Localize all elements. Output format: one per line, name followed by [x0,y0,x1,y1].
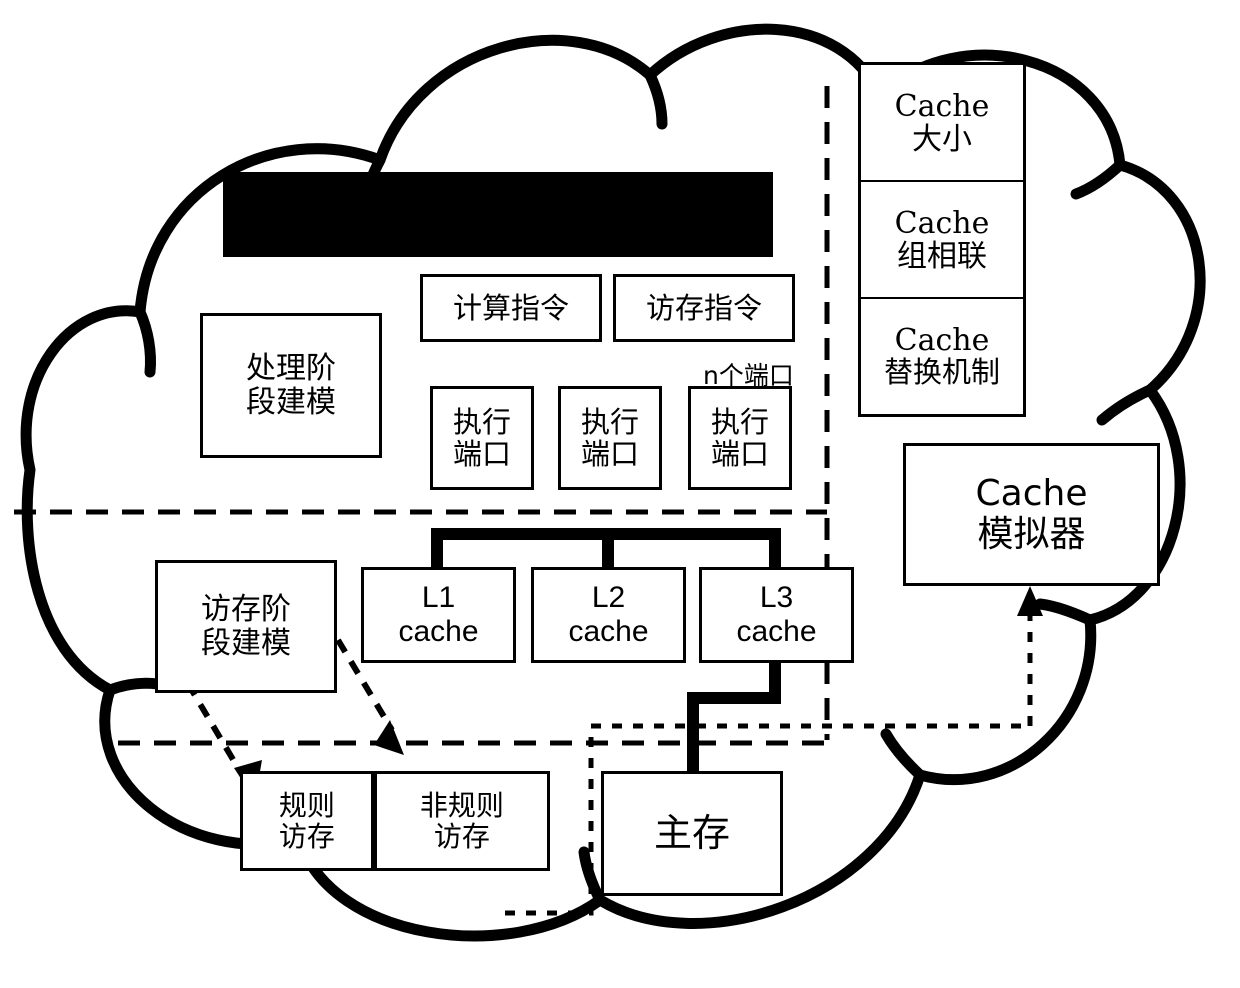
exec-port-2-line2: 端口 [580,437,639,471]
exec-port-1-line2: 端口 [452,437,511,471]
exec-port-3-line2: 端口 [710,437,769,471]
cache-bus-top [431,528,781,568]
cache-param-replacement[interactable]: Cache 替换机制 [861,299,1023,414]
l3-cache-line1: L3 [759,581,794,615]
box-cache-simulator[interactable]: Cache 模拟器 [903,443,1160,586]
regular-access-line1: 规则 [278,788,335,822]
box-processing-stage-modeling[interactable]: 处理阶 段建模 [200,313,382,458]
irregular-access-line1: 非规则 [419,788,504,822]
cache-param-replace-line1: Cache [894,323,990,359]
cache-bus-l3-to-memory [687,663,781,771]
l2-cache-line2: cache [568,615,649,648]
memory-stage-line2: 段建模 [201,625,291,661]
l3-cache-line2: cache [736,615,817,648]
l2-cache-line1: L2 [591,581,626,615]
cache-param-replace-line2: 替换机制 [883,355,1000,390]
box-access-classification: 规则 访存 非规则 访存 [240,771,550,871]
box-exec-port-3[interactable]: 执行 端口 [688,386,792,490]
box-irregular-access[interactable]: 非规则 访存 [373,774,547,868]
arrowhead-irregular-access [374,720,404,755]
processing-stage-line1: 处理阶 [246,350,336,386]
box-memory-stage-modeling[interactable]: 访存阶 段建模 [155,560,337,693]
cache-param-assoc-line2: 组相联 [897,238,987,274]
box-exec-port-2[interactable]: 执行 端口 [558,386,662,490]
box-compute-instruction[interactable]: 计算指令 [420,274,602,342]
box-memory-instruction[interactable]: 访存指令 [613,274,795,342]
cache-param-size[interactable]: Cache 大小 [861,65,1023,182]
exec-port-1-line1: 执行 [452,404,511,439]
cache-param-size-line1: Cache [894,88,990,124]
memory-stage-line1: 访存阶 [201,591,291,627]
regular-access-line2: 访存 [278,820,335,853]
box-exec-port-1[interactable]: 执行 端口 [430,386,534,490]
cache-parameter-stack: Cache 大小 Cache 组相联 Cache 替换机制 [858,62,1026,417]
redacted-title-bar [223,172,773,257]
main-memory-label: 主存 [653,811,730,856]
l1-cache-line1: L1 [421,581,456,615]
l1-cache-line2: cache [398,615,479,648]
box-main-memory[interactable]: 主存 [601,771,783,896]
irregular-access-line2: 访存 [433,820,490,853]
compute-instruction-label: 计算指令 [452,290,569,325]
cache-param-assoc-line1: Cache [894,205,990,241]
cache-param-size-line2: 大小 [912,121,972,157]
processing-stage-line2: 段建模 [246,384,336,420]
cache-simulator-line1: Cache [975,473,1088,515]
exec-port-3-line1: 执行 [710,404,769,439]
exec-port-2-line1: 执行 [580,404,639,439]
memory-instruction-label: 访存指令 [645,290,762,325]
box-regular-access[interactable]: 规则 访存 [243,774,374,868]
box-l2-cache[interactable]: L2 cache [531,567,686,663]
cache-param-associativity[interactable]: Cache 组相联 [861,182,1023,299]
diagram-canvas: 处理阶 段建模 计算指令 访存指令 n个端口 执行 端口 执行 端口 执行 端口… [0,0,1240,988]
box-l3-cache[interactable]: L3 cache [699,567,854,663]
cache-simulator-line2: 模拟器 [977,513,1086,555]
box-l1-cache[interactable]: L1 cache [361,567,516,663]
